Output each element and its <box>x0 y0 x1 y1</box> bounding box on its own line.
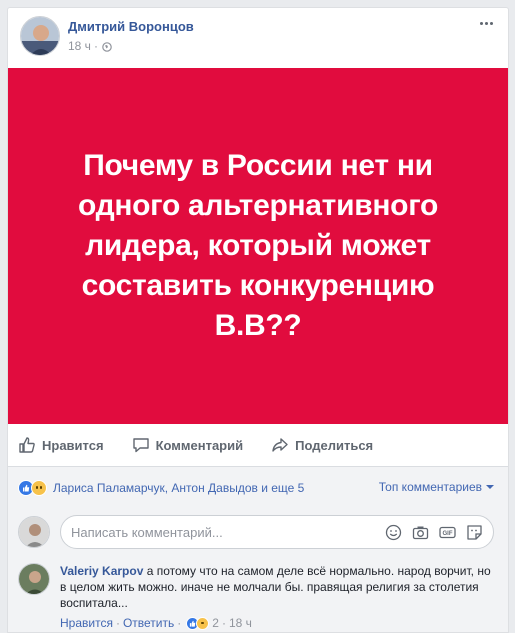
like-label: Нравится <box>42 437 104 453</box>
sticker-icon[interactable] <box>466 524 483 541</box>
reactors-summary[interactable]: Лариса Паламарчук, Антон Давыдов и еще 5 <box>53 481 304 495</box>
meta-separator: · <box>93 39 98 53</box>
sep-3: · <box>221 616 226 630</box>
post-meta: 18 ч · <box>68 39 112 53</box>
comment-label: Комментарий <box>155 437 244 453</box>
share-button[interactable]: Поделиться <box>271 436 373 454</box>
speech-bubble-icon <box>132 438 149 453</box>
sep-2: · <box>177 616 182 630</box>
composer-icons: GIF <box>385 524 483 541</box>
comment-reactions[interactable] <box>186 616 210 630</box>
thumbs-up-icon <box>19 437 35 453</box>
gif-icon[interactable]: GIF <box>439 524 456 541</box>
action-bar: Нравится Комментарий Поделиться <box>8 424 508 466</box>
post-header: Дмитрий Воронцов 18 ч · <box>8 8 508 68</box>
sort-label: Топ комментариев <box>378 480 482 494</box>
emoji-icon[interactable] <box>385 524 402 541</box>
wow-icon <box>196 616 210 630</box>
post-image-text: Почему в России нет ни одного альтернати… <box>77 149 439 342</box>
post-card: Дмитрий Воронцов 18 ч · Почему в России … <box>7 7 509 633</box>
share-label: Поделиться <box>295 437 374 453</box>
reaction-icons <box>18 480 47 496</box>
comment-like-link[interactable]: Нравится <box>60 616 113 630</box>
share-arrow-icon <box>272 438 288 452</box>
commenter-avatar[interactable] <box>18 563 50 595</box>
sep-1: · <box>115 616 120 630</box>
post-time[interactable]: 18 ч <box>68 39 91 53</box>
author-name[interactable]: Дмитрий Воронцов <box>68 19 194 34</box>
comment-button[interactable]: Комментарий <box>132 436 244 454</box>
comment-actions: Нравится · Ответить · 2 · 18 ч <box>60 616 252 630</box>
sort-comments-dropdown[interactable]: Топ комментариев <box>379 480 494 494</box>
comment-input[interactable] <box>71 524 385 540</box>
comment-reply-link[interactable]: Ответить <box>123 616 174 630</box>
comment-input-box[interactable]: GIF <box>60 515 494 549</box>
post-image[interactable]: Почему в России нет ни одного альтернати… <box>8 68 508 424</box>
commenter-name[interactable]: Valeriy Karpov <box>60 564 143 578</box>
more-options-icon[interactable] <box>480 18 496 28</box>
caret-down-icon <box>486 485 494 489</box>
comment-reaction-count: 2 <box>212 616 219 630</box>
comment-composer: GIF <box>18 512 500 552</box>
comment-time[interactable]: 18 ч <box>229 616 252 630</box>
privacy-globe-icon[interactable] <box>102 41 112 52</box>
camera-icon[interactable] <box>412 524 429 541</box>
svg-text:GIF: GIF <box>443 531 453 537</box>
comments-area: Лариса Паламарчук, Антон Давыдов и еще 5… <box>8 467 508 632</box>
reactions-row[interactable]: Лариса Паламарчук, Антон Давыдов и еще 5 <box>18 480 304 496</box>
author-avatar[interactable] <box>20 16 60 56</box>
sad-icon <box>31 480 47 496</box>
comment-body: Valeriy Karpov а потому что на самом дел… <box>60 563 498 611</box>
like-button[interactable]: Нравится <box>18 436 104 454</box>
my-avatar <box>18 516 50 548</box>
